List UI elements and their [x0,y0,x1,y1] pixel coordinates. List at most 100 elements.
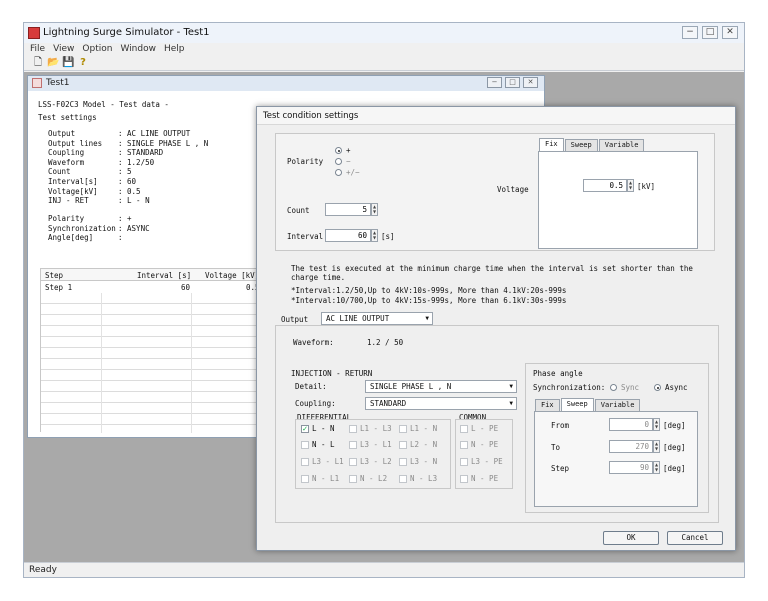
differential-option-label: L3 - L1 [312,457,344,466]
dialog-title: Test condition settings [257,107,735,125]
common-checkbox[interactable] [460,425,468,433]
setting-key: Output [48,129,76,138]
coupling-select[interactable]: STANDARD ▼ [365,397,517,410]
detail-select[interactable]: SINGLE PHASE L , N ▼ [365,380,517,393]
differential-checkbox[interactable] [349,425,357,433]
differential-checkbox[interactable] [301,458,309,466]
coupling-value: STANDARD [370,399,407,408]
menu-view[interactable]: View [53,43,74,56]
differential-option-label: N - L [312,440,335,449]
from-spinner[interactable]: ▲ ▼ [653,418,660,431]
setting-value: : ASYNC [118,223,150,233]
common-checkbox[interactable] [460,441,468,449]
interval-spinner[interactable]: ▲ ▼ [371,229,378,242]
tab-fix[interactable]: Fix [539,138,564,151]
app-titlebar: Lightning Surge Simulator - Test1 − □ ✕ [24,23,744,43]
injection-label: INJECTION - RETURN [291,369,373,378]
differential-checkbox[interactable] [399,475,407,483]
differential-option-label: L2 - N [410,440,438,449]
step-input[interactable]: 90 [609,461,653,474]
differential-checkbox[interactable] [349,458,357,466]
to-input[interactable]: 270 [609,440,653,453]
app-title: Lightning Surge Simulator - Test1 [43,27,210,38]
interval-unit: [s] [381,232,395,241]
setting-key: Synchronization [48,223,116,233]
setting-value: : STANDARD [118,148,164,158]
to-label: To [551,443,561,452]
menu-file[interactable]: File [30,43,45,56]
ok-button[interactable]: OK [603,531,659,545]
tab-sweep[interactable]: Sweep [564,139,598,151]
menu-option[interactable]: Option [82,43,112,56]
tab-variable[interactable]: Variable [598,139,645,151]
differential-checkbox[interactable]: ✓ [301,425,309,433]
setting-key: Waveform [48,157,85,167]
setting-key: Voltage[kV] [48,186,98,196]
setting-value: : + [118,214,132,223]
differential-checkbox[interactable] [399,458,407,466]
interval-input[interactable]: 60 [325,229,371,242]
step-spinner[interactable]: ▲ ▼ [653,461,660,474]
setting-value: : 1.2/50 [118,157,155,167]
close-button[interactable]: ✕ [722,26,738,39]
menu-window[interactable]: Window [120,43,156,56]
common-option-label: N - PE [471,440,499,449]
voltage-label: Voltage [497,185,529,194]
chevron-down-icon: ▼ [425,315,429,322]
test-settings-heading: Test settings [38,113,97,122]
setting-value: : L - N [118,196,150,206]
differential-checkbox[interactable] [399,425,407,433]
step-label: Step [551,464,570,473]
output-value: AC LINE OUTPUT [326,314,390,323]
polarity-minus-radio[interactable] [335,158,342,165]
child-restore-button[interactable]: □ [505,77,520,88]
voltage-tabs: Fix Sweep Variable [539,138,645,151]
note-1b: charge time. [291,273,346,282]
sync-label: Synchronization: [533,383,606,392]
cancel-button[interactable]: Cancel [667,531,723,545]
phase-tab-sweep[interactable]: Sweep [560,398,594,411]
to-spinner[interactable]: ▲ ▼ [653,440,660,453]
common-checkbox[interactable] [460,458,468,466]
common-checkbox[interactable] [460,475,468,483]
async-radio[interactable] [654,384,661,391]
differential-checkbox[interactable] [349,441,357,449]
polarity-plus-label: + [346,146,351,155]
phase-tab-variable[interactable]: Variable [594,399,641,411]
help-icon[interactable]: ? [77,57,89,69]
differential-option-label: L3 - N [410,457,438,466]
differential-checkbox[interactable] [301,441,309,449]
new-file-icon[interactable]: 🗋 [32,57,44,69]
voltage-spinner[interactable]: ▲ ▼ [627,179,634,192]
phase-tab-fix[interactable]: Fix [535,399,560,411]
differential-option-label: N - L2 [360,474,388,483]
voltage-tab-panel [538,151,698,249]
differential-checkbox[interactable] [349,475,357,483]
note-3: *Interval:10/700,Up to 4kV:15s-999s, Mor… [291,296,567,305]
col-interval: Interval [s] [137,271,192,280]
setting-key: INJ - RET [48,196,89,206]
count-input[interactable]: 5 [325,203,371,216]
child-minimize-button[interactable]: − [487,77,502,88]
voltage-unit: [kV] [637,182,656,191]
menu-help[interactable]: Help [164,43,185,56]
interval-label: Interval [287,232,324,241]
output-select[interactable]: AC LINE OUTPUT ▼ [321,312,433,325]
restore-button[interactable]: □ [702,26,718,39]
differential-checkbox[interactable] [399,441,407,449]
sync-radio[interactable] [610,384,617,391]
step-unit: [deg] [663,464,686,473]
open-folder-icon[interactable]: 📂 [47,57,59,69]
setting-value: : [118,233,123,243]
voltage-input[interactable]: 0.5 [583,179,627,192]
minimize-button[interactable]: − [682,26,698,39]
count-spinner[interactable]: ▲ ▼ [371,203,378,216]
child-close-button[interactable]: ✕ [523,77,538,88]
from-input[interactable]: 0 [609,418,653,431]
save-icon[interactable]: 💾 [62,57,74,69]
polarity-both-radio[interactable] [335,169,342,176]
test1-titlebar: Test1 − □ ✕ [28,76,544,91]
test-condition-dialog: Test condition settings Polarity + − +/−… [256,106,736,551]
differential-checkbox[interactable] [301,475,309,483]
polarity-plus-radio[interactable] [335,147,342,154]
